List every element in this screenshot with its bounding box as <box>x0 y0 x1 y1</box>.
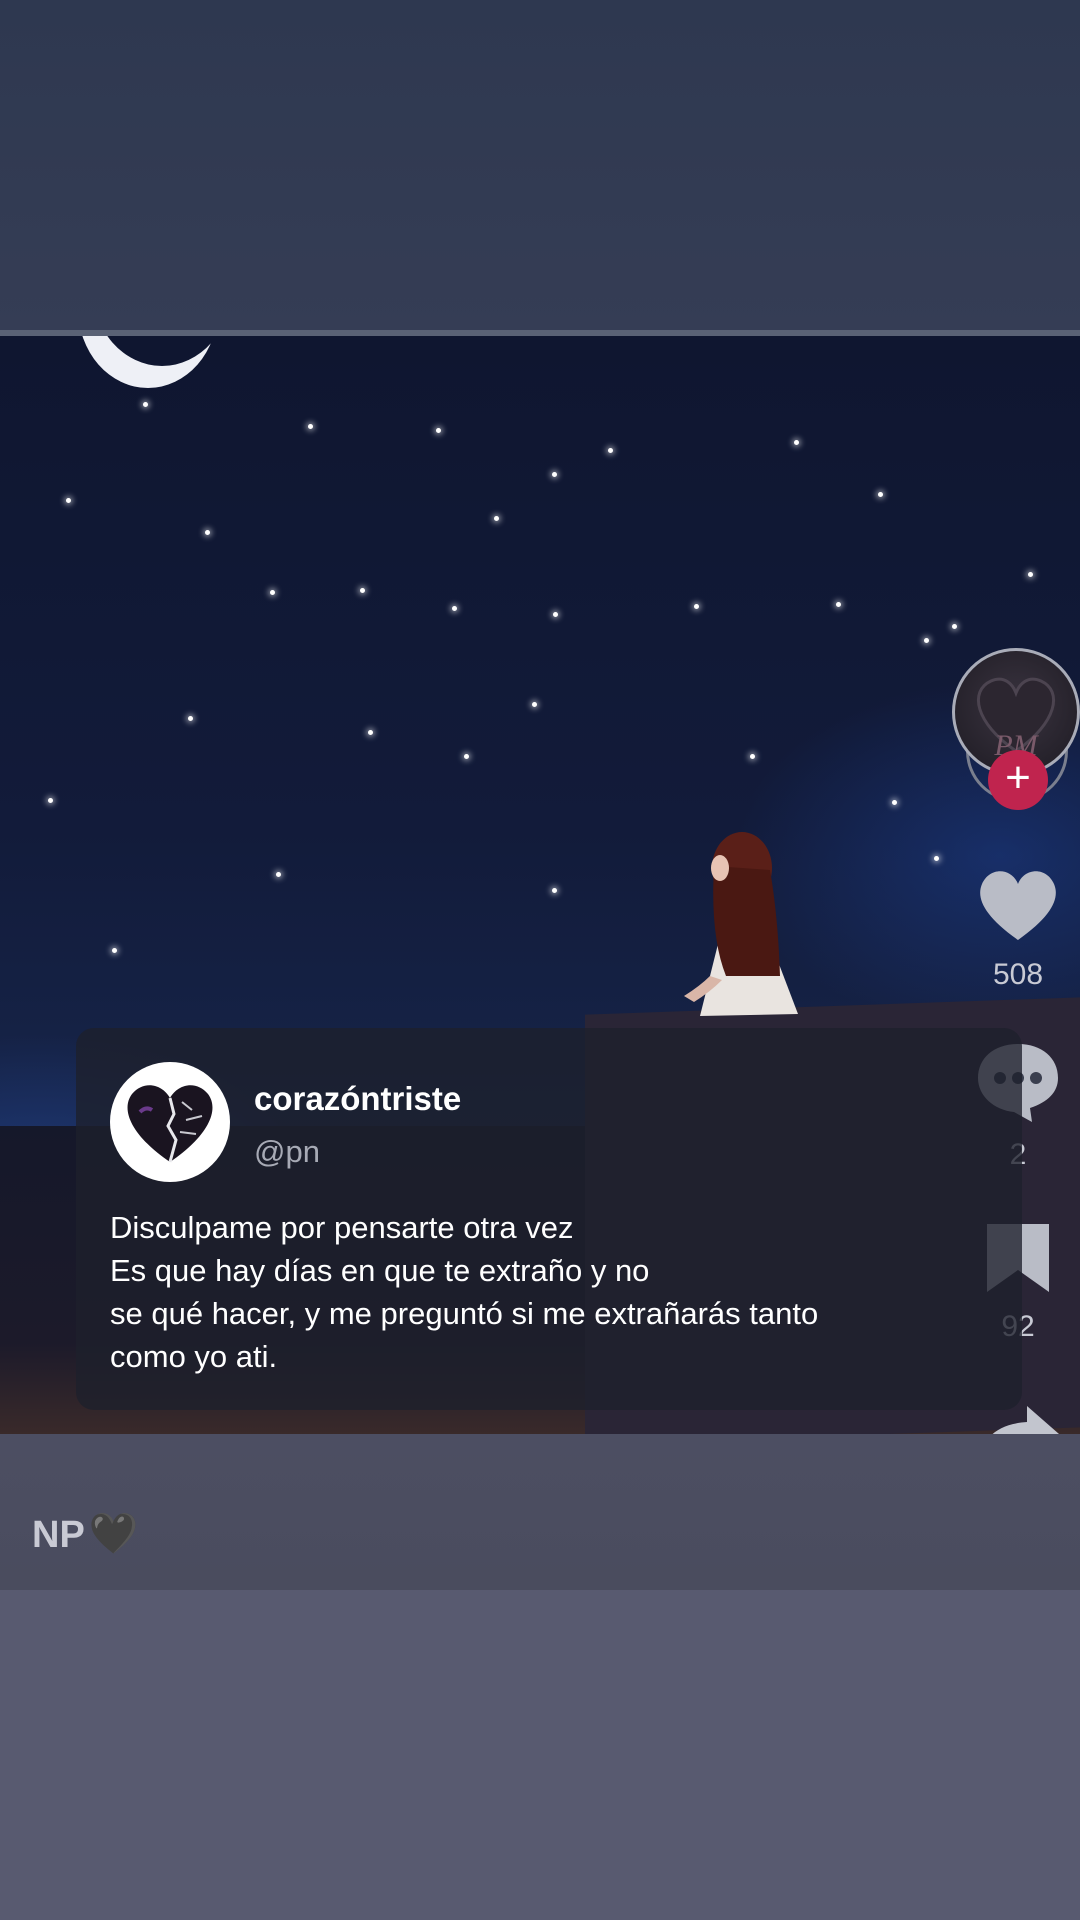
star <box>934 856 939 861</box>
star <box>464 754 469 759</box>
star <box>360 588 365 593</box>
star <box>368 730 373 735</box>
quoted-post-card: corazóntriste @pn Disculpame por pensart… <box>76 1028 1022 1410</box>
star <box>553 612 558 617</box>
like-button[interactable]: 508 <box>958 864 1078 992</box>
clipped-description <box>36 1576 336 1590</box>
star <box>694 604 699 609</box>
post-display-name: corazóntriste <box>254 1080 462 1117</box>
star <box>552 888 557 893</box>
star <box>552 472 557 477</box>
like-count: 508 <box>992 958 1044 991</box>
plus-icon: + <box>1005 753 1031 802</box>
girl-illustration <box>684 832 798 1016</box>
star <box>143 402 148 407</box>
star <box>878 492 883 497</box>
post-handle: @pn <box>254 1134 320 1169</box>
caption-text: NP <box>32 1514 85 1556</box>
star <box>750 754 755 759</box>
star <box>924 638 929 643</box>
star <box>308 424 313 429</box>
star <box>608 448 613 453</box>
star <box>205 530 210 535</box>
star <box>892 800 897 805</box>
star <box>188 716 193 721</box>
bottom-blank-area <box>0 1590 1080 1920</box>
post-avatar <box>110 1062 230 1182</box>
star <box>1028 572 1033 577</box>
star <box>112 948 117 953</box>
star <box>836 602 841 607</box>
star <box>532 702 537 707</box>
star <box>452 606 457 611</box>
star <box>48 798 53 803</box>
video-caption[interactable]: NP 🖤 <box>32 1510 139 1557</box>
star <box>952 624 957 629</box>
star <box>276 872 281 877</box>
star <box>66 498 71 503</box>
moon-icon <box>92 336 232 366</box>
caption-area: NP 🖤 <box>0 1434 1080 1590</box>
black-heart-emoji: 🖤 <box>88 1512 139 1556</box>
heart-icon <box>980 871 1056 940</box>
star <box>794 440 799 445</box>
star <box>436 428 441 433</box>
top-blank-area <box>0 0 1080 330</box>
post-text: Disculpame por pensarte otra vez Es que … <box>110 1210 819 1374</box>
follow-button[interactable]: + <box>988 750 1048 810</box>
star <box>270 590 275 595</box>
star <box>494 516 499 521</box>
